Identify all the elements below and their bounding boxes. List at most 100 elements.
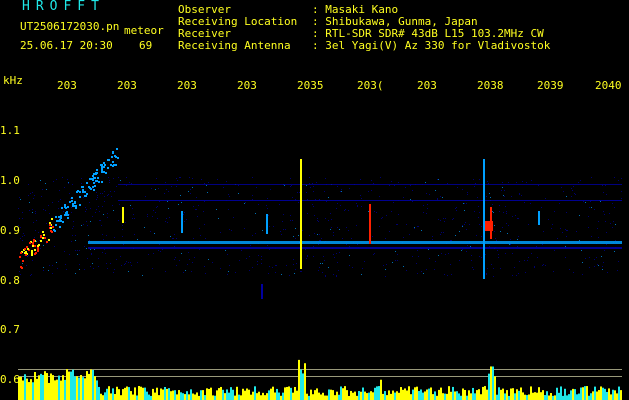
noise-speck	[502, 187, 503, 188]
meteor-echo-pixel	[77, 190, 79, 192]
noise-speck	[220, 232, 221, 233]
power-bar	[40, 373, 42, 400]
power-bar	[28, 382, 30, 400]
noise-speck	[34, 237, 35, 238]
noise-speck	[73, 226, 74, 227]
noise-layer	[18, 177, 622, 277]
noise-speck	[45, 183, 46, 184]
noise-speck	[105, 253, 106, 254]
noise-speck	[77, 250, 78, 251]
noise-speck	[145, 196, 146, 197]
noise-speck	[604, 214, 605, 215]
power-bar	[22, 380, 24, 400]
noise-speck	[112, 205, 113, 206]
noise-speck	[478, 206, 479, 207]
meteor-echo-pixel	[82, 189, 84, 191]
noise-speck	[579, 240, 580, 241]
noise-speck	[331, 227, 332, 228]
noise-speck	[597, 228, 598, 229]
noise-speck	[116, 186, 117, 187]
noise-speck	[588, 227, 589, 228]
noise-speck	[442, 197, 443, 198]
noise-speck	[325, 275, 326, 276]
power-bar	[398, 392, 400, 400]
noise-speck	[594, 259, 595, 260]
noise-speck	[591, 207, 592, 208]
info-key: Receiving Antenna	[178, 39, 291, 52]
noise-speck	[336, 253, 337, 254]
noise-speck	[459, 260, 460, 261]
power-bar	[372, 392, 374, 400]
noise-speck	[466, 251, 467, 252]
meteor-echo-pixel	[112, 165, 114, 167]
noise-speck	[167, 222, 168, 223]
power-bar	[184, 394, 186, 400]
noise-speck	[489, 193, 490, 194]
noise-speck	[317, 220, 318, 221]
noise-speck	[104, 249, 105, 250]
meteor-echo-pixel	[27, 248, 29, 250]
noise-speck	[73, 221, 74, 222]
noise-speck	[98, 266, 99, 267]
noise-speck	[336, 208, 337, 209]
noise-speck	[438, 219, 439, 220]
noise-speck	[42, 189, 43, 190]
power-bar	[140, 386, 142, 400]
noise-speck	[26, 265, 27, 266]
noise-speck	[318, 244, 319, 245]
noise-speck	[585, 258, 586, 259]
power-bar	[568, 394, 570, 400]
noise-speck	[131, 265, 132, 266]
noise-speck	[85, 207, 86, 208]
noise-speck	[481, 236, 482, 237]
noise-speck	[441, 232, 442, 233]
noise-speck	[328, 267, 329, 268]
noise-speck	[594, 209, 595, 210]
noise-speck	[528, 224, 529, 225]
noise-speck	[325, 178, 326, 179]
noise-speck	[333, 274, 334, 275]
noise-speck	[464, 210, 465, 211]
noise-speck	[29, 210, 30, 211]
noise-speck	[462, 189, 463, 190]
noise-speck	[72, 184, 73, 185]
power-bar	[578, 393, 580, 400]
noise-speck	[386, 264, 387, 265]
noise-speck	[382, 217, 383, 218]
noise-speck	[46, 223, 47, 224]
power-bar	[484, 386, 486, 400]
noise-speck	[425, 182, 426, 183]
noise-speck	[598, 221, 599, 222]
noise-speck	[39, 240, 40, 241]
noise-speck	[606, 244, 607, 245]
noise-speck	[519, 194, 520, 195]
power-bar	[34, 372, 36, 400]
noise-speck	[521, 195, 522, 196]
noise-speck	[456, 210, 457, 211]
noise-speck	[310, 187, 311, 188]
noise-speck	[337, 203, 338, 204]
noise-speck	[602, 266, 603, 267]
noise-speck	[33, 198, 34, 199]
noise-speck	[524, 202, 525, 203]
noise-speck	[34, 195, 35, 196]
noise-speck	[299, 192, 300, 193]
noise-speck	[313, 246, 314, 247]
noise-speck	[494, 225, 495, 226]
power-bar	[188, 394, 190, 400]
power-bar	[156, 387, 158, 400]
power-bar	[310, 389, 312, 400]
noise-speck	[38, 232, 39, 233]
power-bar	[178, 390, 180, 400]
power-bar	[18, 376, 20, 400]
noise-speck	[333, 232, 334, 233]
noise-speck	[307, 256, 308, 257]
noise-speck	[43, 245, 44, 246]
noise-speck	[528, 257, 529, 258]
power-bar	[354, 391, 356, 400]
noise-speck	[157, 218, 158, 219]
noise-speck	[405, 187, 406, 188]
noise-speck	[261, 263, 262, 264]
noise-speck	[385, 238, 386, 239]
noise-speck	[23, 252, 24, 253]
